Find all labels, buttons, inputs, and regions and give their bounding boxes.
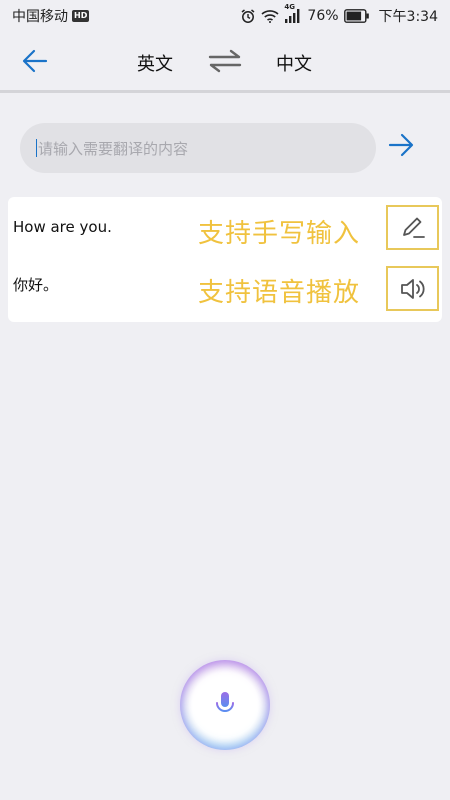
translate-input[interactable]: 请输入需要翻译的内容 [20, 123, 376, 173]
translated-text: 你好。 [13, 276, 59, 294]
swap-icon [208, 49, 242, 73]
translate-button[interactable] [386, 130, 416, 160]
status-bar: 中国移动 HD 4G 76% 下午3:34 [0, 0, 450, 32]
signal-icon: 4G [284, 3, 302, 23]
voice-annotation: 支持语音播放 [198, 278, 361, 308]
back-button[interactable] [20, 46, 50, 76]
text-caret [36, 139, 37, 157]
carrier-name: 中国移动 [12, 9, 68, 25]
arrow-right-icon [388, 133, 414, 157]
microphone-icon [216, 692, 234, 718]
translation-header: 英文 中文 [0, 32, 450, 90]
target-language-button[interactable]: 中文 [276, 50, 312, 76]
source-text: How are you. [13, 218, 112, 236]
handwrite-button[interactable] [386, 205, 439, 250]
header-divider [0, 90, 450, 93]
clock-time: 下午3:34 [378, 9, 438, 25]
pencil-icon [402, 217, 425, 238]
hd-badge: HD [72, 10, 90, 22]
status-right: 4G 76% 下午3:34 [240, 3, 438, 26]
play-audio-button[interactable] [386, 266, 439, 311]
battery-percent: 76% [307, 8, 339, 24]
battery-icon [343, 9, 370, 23]
translation-result-card: How are you. 支持手写输入 你好。 支持语音播放 [8, 197, 442, 322]
arrow-left-icon [22, 49, 48, 73]
speaker-icon [400, 278, 424, 299]
swap-languages-button[interactable] [208, 49, 242, 73]
handwrite-annotation: 支持手写输入 [198, 219, 361, 249]
wifi-icon [261, 9, 279, 23]
voice-input-button[interactable] [180, 660, 270, 750]
network-type: 4G [284, 3, 296, 11]
source-language-button[interactable]: 英文 [137, 50, 173, 76]
status-left: 中国移动 HD [12, 6, 90, 26]
alarm-icon [240, 8, 256, 24]
input-placeholder: 请输入需要翻译的内容 [38, 139, 189, 158]
